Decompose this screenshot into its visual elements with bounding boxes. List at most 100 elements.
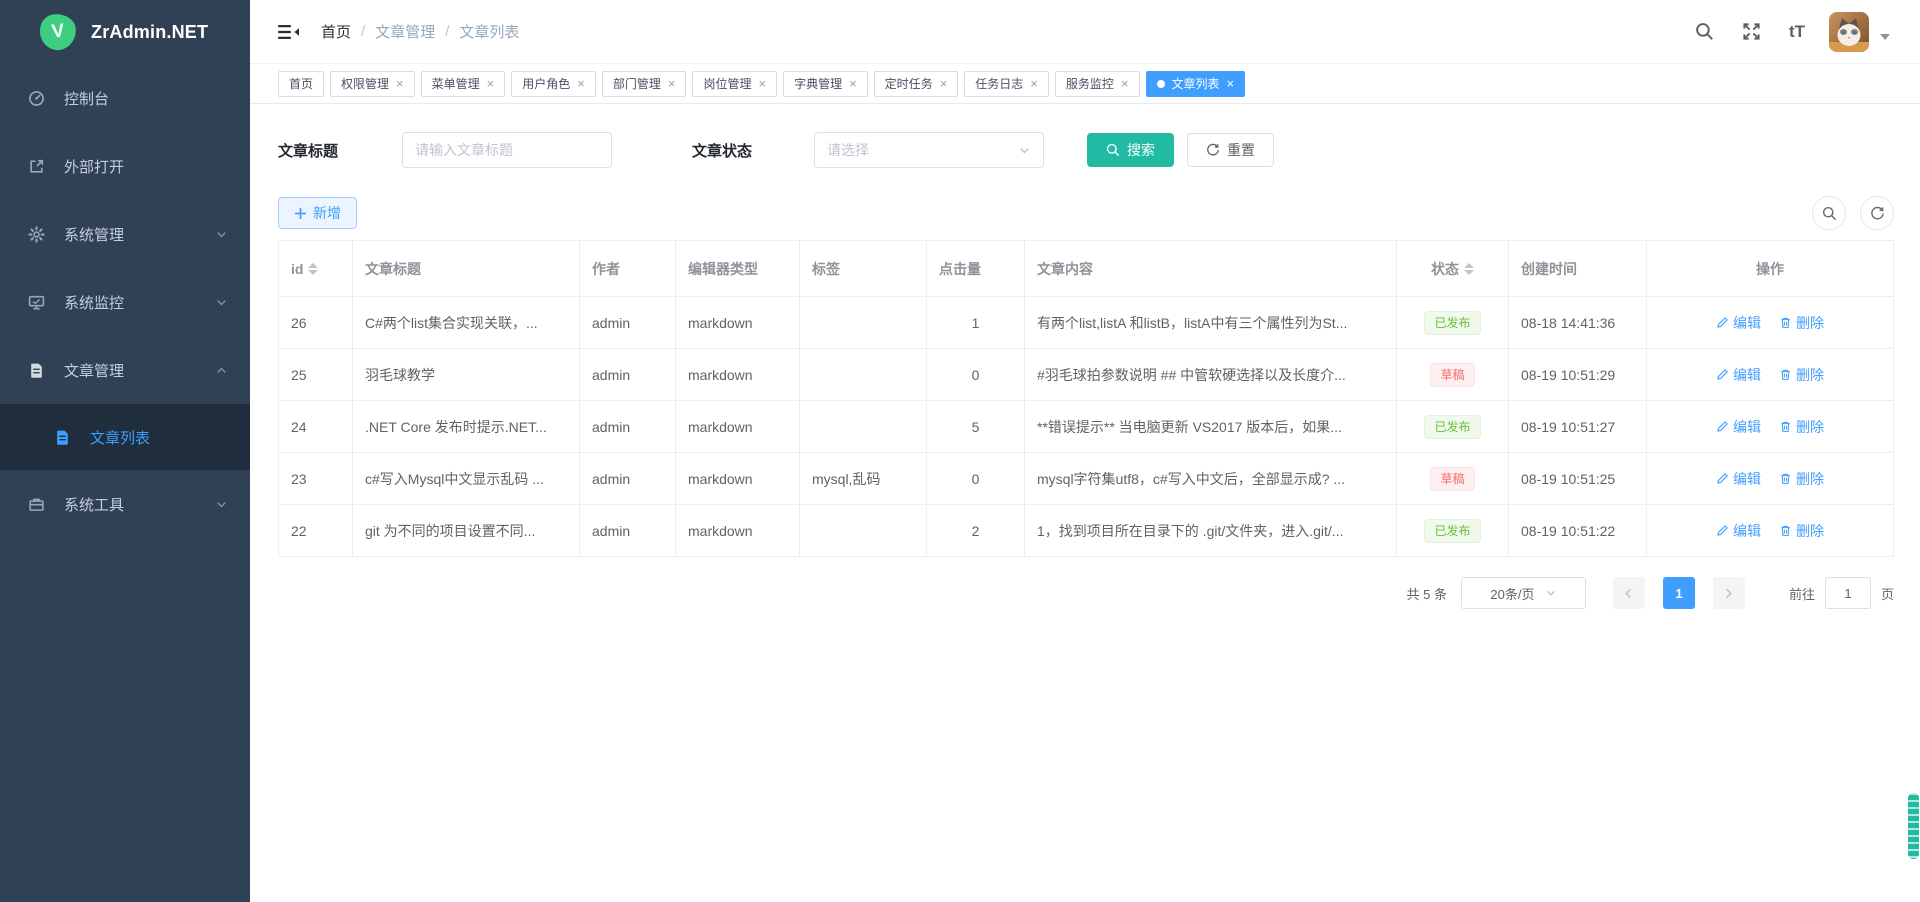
chevron-up-icon — [215, 364, 228, 377]
cell-id: 25 — [279, 349, 353, 401]
edit-button[interactable]: 编辑 — [1716, 521, 1761, 541]
add-button[interactable]: 新增 — [278, 197, 357, 229]
edit-button[interactable]: 编辑 — [1716, 313, 1761, 333]
refresh-button[interactable] — [1860, 196, 1894, 230]
column-header-status[interactable]: 状态 — [1397, 241, 1509, 297]
delete-label: 删除 — [1796, 417, 1824, 437]
sidebar-item-external-open[interactable]: 外部打开 — [0, 132, 250, 200]
tab-article-list[interactable]: 文章列表× — [1146, 71, 1246, 97]
column-label: 操作 — [1756, 261, 1784, 277]
column-header-id[interactable]: id — [279, 241, 353, 297]
tab-task-logs[interactable]: 任务日志× — [964, 71, 1049, 97]
toolbox-icon — [28, 496, 45, 513]
breadcrumb-section[interactable]: 文章管理 — [375, 21, 435, 42]
tab-service-monitor[interactable]: 服务监控× — [1055, 71, 1140, 97]
cell-content: 有两个list,listA 和listB，listA中有三个属性列为St... — [1025, 297, 1397, 349]
column-label: 状态 — [1431, 259, 1459, 279]
cell-title: C#两个list集合实现关联，... — [353, 297, 580, 349]
tab-close-icon[interactable]: × — [668, 77, 676, 90]
articles-table: id 文章标题 作者 编辑器类型 标签 点击量 文章内容 状态 创建时间 操作 — [278, 240, 1894, 557]
topbar-actions: tT — [1667, 12, 1890, 52]
edit-icon — [1716, 368, 1729, 381]
goto-page-input[interactable] — [1825, 577, 1871, 609]
goto-label: 前往 — [1789, 584, 1815, 603]
page-size-select[interactable]: 20条/页 — [1461, 577, 1586, 609]
tab-department-management[interactable]: 部门管理× — [602, 71, 687, 97]
monitor-icon — [28, 294, 45, 311]
sidebar-item-system-tools[interactable]: 系统工具 — [0, 470, 250, 538]
tab-label: 定时任务 — [885, 75, 933, 92]
trash-icon — [1779, 316, 1792, 329]
tab-home[interactable]: 首页 — [278, 71, 324, 97]
cell-tag: mysql,乱码 — [800, 453, 927, 505]
sidebar-item-system-monitor[interactable]: 系统监控 — [0, 268, 250, 336]
cell-hits: 5 — [927, 401, 1025, 453]
cell-tag — [800, 297, 927, 349]
tab-user-role[interactable]: 用户角色× — [511, 71, 596, 97]
topbar: 首页 / 文章管理 / 文章列表 tT — [250, 0, 1920, 64]
article-status-label: 文章状态 — [692, 140, 814, 161]
tab-dict-management[interactable]: 字典管理× — [783, 71, 868, 97]
edit-button[interactable]: 编辑 — [1716, 365, 1761, 385]
sidebar-fold-icon[interactable] — [278, 24, 299, 40]
active-tab-dot-icon — [1157, 80, 1165, 88]
cell-hits: 0 — [927, 453, 1025, 505]
edit-button[interactable]: 编辑 — [1716, 417, 1761, 437]
delete-button[interactable]: 删除 — [1779, 469, 1824, 489]
tab-close-icon[interactable]: × — [396, 77, 404, 90]
delete-button[interactable]: 删除 — [1779, 313, 1824, 333]
edit-button[interactable]: 编辑 — [1716, 469, 1761, 489]
cell-actions: 编辑删除 — [1647, 349, 1894, 401]
sidebar-item-console[interactable]: 控制台 — [0, 64, 250, 132]
document-icon — [28, 362, 45, 379]
tab-close-icon[interactable]: × — [577, 77, 585, 90]
reset-button[interactable]: 重置 — [1187, 133, 1274, 167]
tab-close-icon[interactable]: × — [1227, 77, 1235, 90]
tab-close-icon[interactable]: × — [1121, 77, 1129, 90]
cell-created: 08-19 10:51:27 — [1509, 401, 1647, 453]
search-button[interactable]: 搜索 — [1087, 133, 1174, 167]
breadcrumb-current: 文章列表 — [459, 21, 519, 42]
sidebar-item-label: 文章列表 — [90, 427, 150, 448]
search-icon[interactable] — [1695, 22, 1714, 41]
article-status-select[interactable]: 请选择 — [814, 132, 1044, 168]
tab-close-icon[interactable]: × — [487, 77, 495, 90]
fullscreen-icon[interactable] — [1742, 22, 1761, 41]
tab-close-icon[interactable]: × — [1030, 77, 1038, 90]
page-number-button[interactable]: 1 — [1663, 577, 1695, 609]
delete-button[interactable]: 删除 — [1779, 417, 1824, 437]
sidebar-item-label: 系统管理 — [64, 224, 124, 245]
tab-close-icon[interactable]: × — [940, 77, 948, 90]
scrollbar-thumb[interactable] — [1908, 793, 1919, 859]
dashboard-icon — [28, 90, 45, 107]
tab-post-management[interactable]: 岗位管理× — [692, 71, 777, 97]
trash-icon — [1779, 472, 1792, 485]
article-title-input[interactable] — [402, 132, 612, 168]
breadcrumb-home[interactable]: 首页 — [321, 21, 351, 42]
chevron-down-icon — [215, 228, 228, 241]
sidebar-item-article-list[interactable]: 文章列表 — [0, 404, 250, 470]
sidebar-item-system-management[interactable]: 系统管理 — [0, 200, 250, 268]
search-toggle-button[interactable] — [1812, 196, 1846, 230]
tab-close-icon[interactable]: × — [849, 77, 857, 90]
cell-editor: markdown — [676, 297, 800, 349]
prev-page-button[interactable] — [1613, 577, 1645, 609]
column-header-created: 创建时间 — [1509, 241, 1647, 297]
cell-created: 08-18 14:41:36 — [1509, 297, 1647, 349]
caret-down-icon[interactable] — [1880, 34, 1890, 40]
delete-button[interactable]: 删除 — [1779, 521, 1824, 541]
delete-button[interactable]: 删除 — [1779, 365, 1824, 385]
column-label: 文章内容 — [1037, 261, 1093, 277]
tab-scheduled-tasks[interactable]: 定时任务 × — [874, 71, 959, 97]
font-size-icon[interactable]: tT — [1789, 22, 1805, 41]
tab-close-icon[interactable]: × — [758, 77, 766, 90]
tab-menu-management[interactable]: 菜单管理× — [421, 71, 506, 97]
cell-author: admin — [580, 453, 676, 505]
sidebar-item-article-management[interactable]: 文章管理 — [0, 336, 250, 404]
pagination-total: 共 5 条 — [1407, 584, 1447, 603]
tab-permission-management[interactable]: 权限管理× — [330, 71, 415, 97]
delete-label: 删除 — [1796, 521, 1824, 541]
next-page-button[interactable] — [1713, 577, 1745, 609]
avatar[interactable] — [1829, 12, 1869, 52]
cell-content: 1，找到项目所在目录下的 .git/文件夹，进入.git/... — [1025, 505, 1397, 557]
